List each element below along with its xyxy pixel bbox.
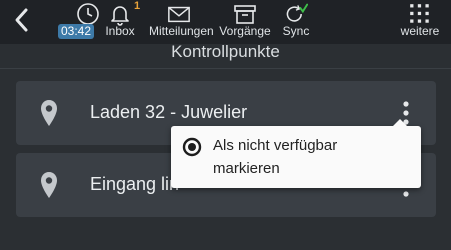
location-pin-icon xyxy=(41,172,57,198)
grid-menu-icon xyxy=(410,4,429,23)
sync-label: Sync xyxy=(282,24,310,38)
back-button[interactable] xyxy=(10,6,34,34)
messages-button[interactable]: Mitteilungen xyxy=(149,0,214,44)
sync-button[interactable]: Sync xyxy=(266,0,326,44)
page-title: Kontrollpunkte xyxy=(171,42,280,61)
option-text-line1: Als nicht verfügbar xyxy=(213,137,338,154)
page-header: Kontrollpunkte xyxy=(0,42,451,64)
inbox-badge: 1 xyxy=(134,0,141,12)
header-divider xyxy=(0,68,451,69)
checkpoint-label: Laden 32 - Juwelier xyxy=(90,102,248,122)
messages-label: Mitteilungen xyxy=(149,24,214,38)
sync-icon xyxy=(286,3,308,22)
radio-selected-icon xyxy=(182,137,202,157)
location-pin-icon xyxy=(41,100,57,126)
bell-icon xyxy=(111,6,129,26)
option-text-line2: markieren xyxy=(213,160,280,177)
context-menu: Als nicht verfügbar markieren xyxy=(171,119,421,188)
checkpoint-label: Eingang lin xyxy=(90,174,180,194)
mark-unavailable-label: Als nicht verfügbar markieren xyxy=(213,134,413,180)
top-toolbar: 03:42 1 Inbox Mitteilungen Vorgänge Sync xyxy=(0,0,451,44)
time-badge: 03:42 xyxy=(58,24,94,39)
more-button[interactable]: weitere xyxy=(397,0,443,44)
inbox-button[interactable]: 1 Inbox xyxy=(90,0,150,44)
chevron-left-icon xyxy=(15,8,28,32)
context-menu-caret xyxy=(393,119,407,126)
envelope-icon xyxy=(168,6,190,23)
inbox-label: Inbox xyxy=(105,24,135,38)
archive-box-icon xyxy=(234,5,256,24)
more-label: weitere xyxy=(400,24,440,38)
